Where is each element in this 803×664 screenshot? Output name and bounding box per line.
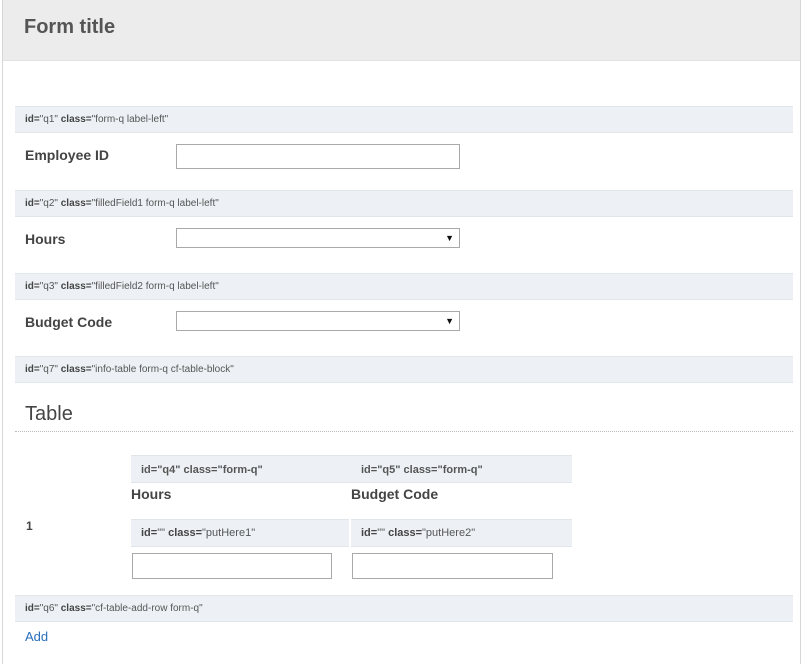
q1-id-key: id= [25,114,40,125]
cell-puthere2-id-bar: id="" class="putHere2" [351,519,572,547]
cell-puthere1-class-key: class= [168,527,203,539]
q1-id-value: "q1" [39,114,58,125]
q6-class-value: "cf-table-add-row form-q" [91,603,203,614]
chevron-down-icon: ▼ [445,316,454,326]
q3-class-key: class= [60,281,92,292]
column-budget-code-id: id="q5" class="form-q" [361,464,483,476]
q2-id-key: id= [25,198,40,209]
table-divider [15,431,793,432]
q3-id-key: id= [25,281,40,292]
q7-class-key: class= [60,364,92,375]
table-row-number: 1 [26,519,33,533]
hours-select[interactable]: ▼ [176,228,460,248]
employee-id-input[interactable] [176,144,460,169]
budget-code-select[interactable]: ▼ [176,311,460,331]
q2-id-bar: id="q2" class="filledField1 form-q label… [15,190,793,217]
q1-class-key: class= [60,114,92,125]
column-hours-id: id="q4" class="form-q" [141,464,263,476]
q1-class-value: "form-q label-left" [91,114,169,125]
form-title: Form title [24,16,116,38]
cell-puthere2-class-value: "putHere2" [422,527,476,539]
table-hours-input[interactable] [132,553,332,579]
cell-puthere2-id-key: id= [361,527,378,539]
q3-id-bar: id="q3" class="filledField2 form-q label… [15,273,793,300]
column-budget-code-label: Budget Code [351,486,439,502]
form-header: Form title [3,0,800,61]
q2-class-value: "filledField1 form-q label-left" [91,198,219,209]
cell-puthere1-class-value: "putHere1" [202,527,256,539]
q6-id-value: "q6" [39,603,58,614]
q7-id-bar: id="q7" class="info-table form-q cf-tabl… [15,356,793,383]
chevron-down-icon: ▼ [445,233,454,243]
cell-puthere2-id-value: "" [377,527,386,539]
q1-id-bar: id="q1" class="form-q label-left" [15,106,793,133]
q3-id-value: "q3" [39,281,58,292]
add-row-link[interactable]: Add [25,629,48,644]
cell-puthere2-class-key: class= [388,527,423,539]
table-budget-code-input[interactable] [352,553,553,579]
cell-puthere1-id-key: id= [141,527,158,539]
q6-class-key: class= [60,603,92,614]
table-column-header-bar: id="q4" class="form-q" id="q5" class="fo… [131,455,572,483]
hours-label: Hours [25,231,66,247]
employee-id-label: Employee ID [25,147,110,163]
cell-puthere1-id-bar: id="" class="putHere1" [131,519,349,547]
q7-class-value: "info-table form-q cf-table-block" [91,364,234,375]
q6-id-bar: id="q6" class="cf-table-add-row form-q" [15,595,793,622]
budget-code-label: Budget Code [25,314,113,330]
q7-id-key: id= [25,364,40,375]
q6-id-key: id= [25,603,40,614]
q7-id-value: "q7" [39,364,58,375]
cell-puthere1-id-value: "" [157,527,166,539]
q2-class-key: class= [60,198,92,209]
column-hours-label: Hours [131,486,172,502]
q2-id-value: "q2" [39,198,58,209]
q3-class-value: "filledField2 form-q label-left" [91,281,219,292]
table-title: Table [25,403,73,425]
form-container: Form title id="q1" class="form-q label-l… [2,0,801,664]
